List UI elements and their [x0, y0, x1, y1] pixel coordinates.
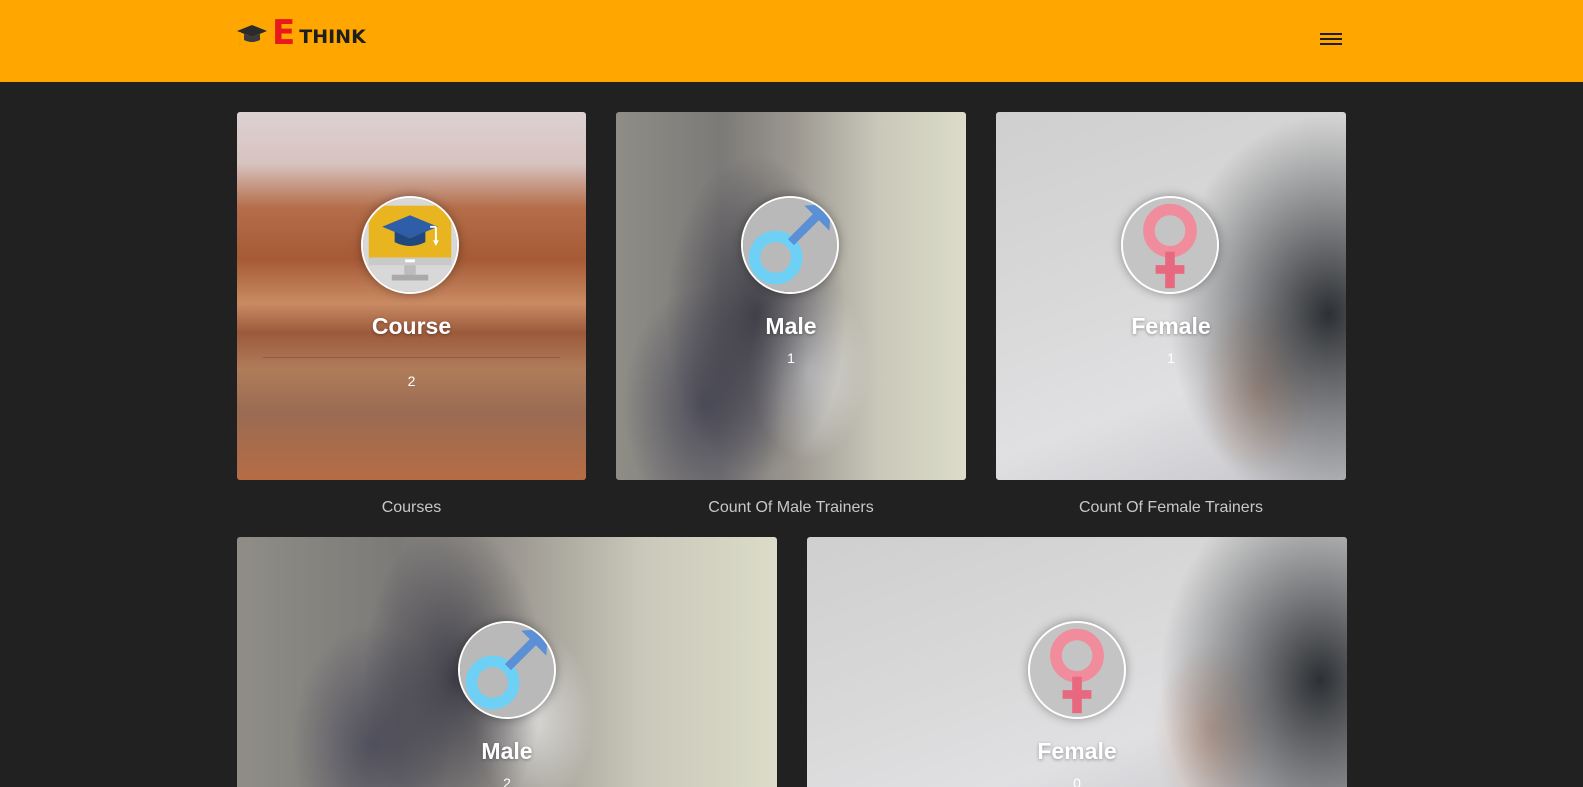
- brand-name: THINK: [299, 26, 366, 48]
- card-caption: Count Of Female Trainers: [1078, 499, 1264, 516]
- course-card[interactable]: Course 2: [237, 112, 586, 480]
- brand-logo-link[interactable]: E THINK: [236, 10, 366, 50]
- card-title: Male: [481, 738, 533, 764]
- male-symbol-icon: [741, 196, 839, 294]
- female-trainers-card-2[interactable]: Female 0: [807, 537, 1347, 787]
- female-symbol-icon: [1028, 621, 1126, 719]
- card-value: 0: [1073, 775, 1081, 787]
- card-divider: [263, 357, 560, 358]
- graduation-cap-icon: [237, 25, 267, 46]
- card-value: 1: [1167, 350, 1175, 366]
- card-title: Female: [1037, 738, 1117, 764]
- card-title: Male: [765, 313, 817, 339]
- hamburger-icon[interactable]: [1318, 30, 1344, 52]
- female-card-background: [996, 112, 1346, 480]
- male-trainers-card[interactable]: Male 1: [616, 112, 966, 480]
- card-value: 2: [407, 373, 416, 389]
- course-card-background: [237, 112, 586, 480]
- card-title: Course: [371, 313, 452, 339]
- card-caption: Count Of Male Trainers: [708, 499, 874, 516]
- card-value: 1: [787, 350, 795, 366]
- top-navbar: E THINK: [0, 0, 1583, 82]
- card-value: 2: [503, 775, 511, 787]
- male-symbol-icon: [458, 621, 556, 719]
- male-trainers-card-2[interactable]: Male 2: [237, 537, 777, 787]
- brand-letter: E: [272, 13, 296, 53]
- male-card-background: [616, 112, 966, 480]
- female-trainers-card[interactable]: Female 1: [996, 112, 1346, 480]
- card-caption: Courses: [381, 499, 442, 516]
- card-title: Female: [1131, 313, 1211, 339]
- female-symbol-icon: [1121, 196, 1219, 294]
- graduation-monitor-icon: [361, 196, 459, 294]
